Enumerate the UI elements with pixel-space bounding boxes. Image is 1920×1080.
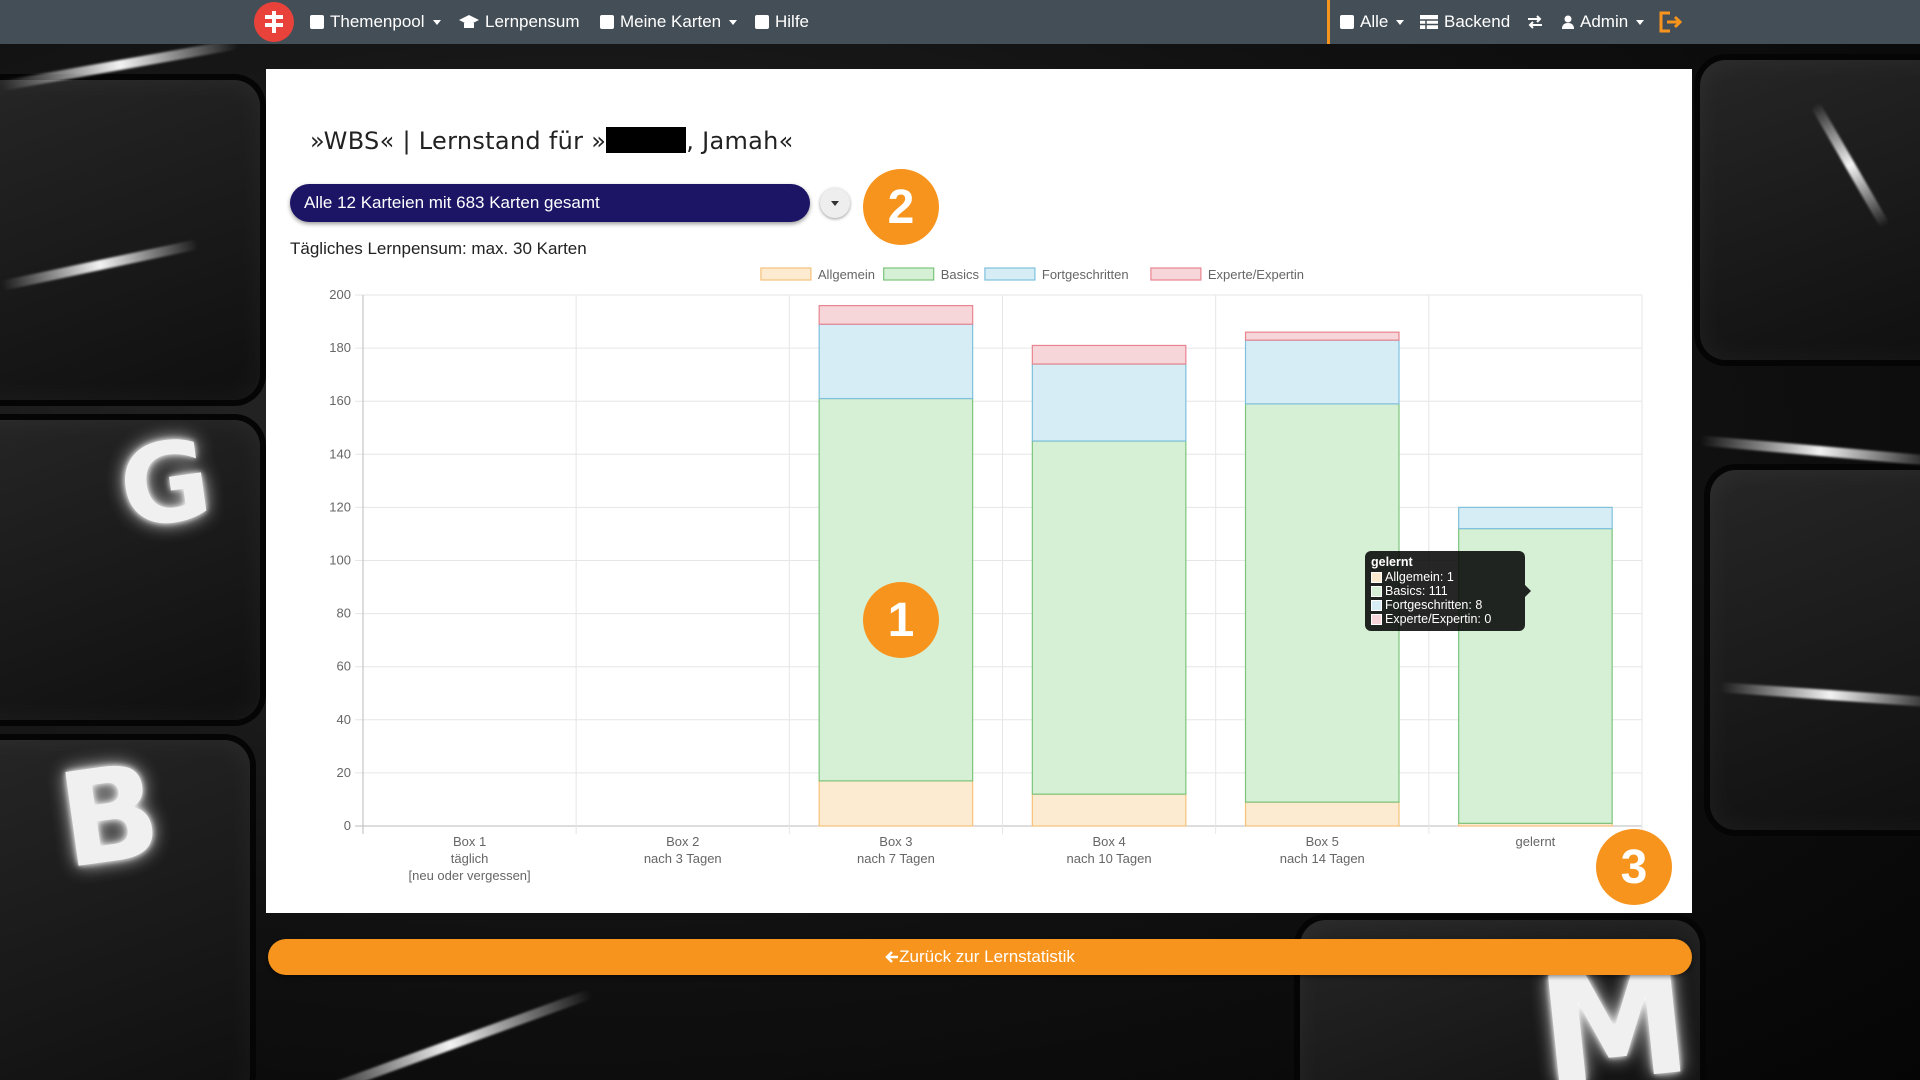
x-tick-label: Box 3 [879,834,912,849]
app-logo-icon[interactable] [254,2,294,42]
y-tick-label: 160 [329,393,351,408]
bar-segment [1244,339,1400,405]
tooltip-row: Experte/Expertin: 0 [1371,612,1519,626]
x-tick-label: nach 10 Tagen [1067,851,1152,866]
x-tick-label: [neu oder vergessen] [409,868,531,883]
x-tick-label: Box 1 [453,834,486,849]
nav-alle-label: Alle [1360,12,1389,31]
nav-lernpensum[interactable]: Lernpensum [459,0,580,44]
nav-hilfe[interactable]: Hilfe [755,0,809,44]
tooltip-row-label: Fortgeschritten: 8 [1385,598,1483,612]
y-tick-label: 120 [329,499,351,514]
bar-segment [1031,793,1187,827]
legend-label: Fortgeschritten [1042,267,1129,282]
nav-admin[interactable]: Admin [1562,0,1645,44]
archive-icon [1340,15,1354,29]
chart-tooltip: gelernt Allgemein: 1 Basics: 111 Fortges… [1365,551,1531,631]
nav-admin-label: Admin [1580,12,1629,31]
top-navbar: Themenpool Lernpensum Meine Karten Hilfe… [0,0,1920,44]
bar-segment [1458,506,1613,530]
medkit-icon [755,15,769,29]
nav-themenpool[interactable]: Themenpool [310,0,441,44]
logout-icon[interactable] [1658,0,1684,44]
x-tick-label: täglich [451,851,489,866]
y-tick-label: 100 [329,553,351,568]
bar-segment [1031,344,1187,365]
tooltip-row-label: Basics: 111 [1385,584,1448,598]
y-tick-label: 60 [337,659,351,674]
bar-segment [1244,801,1400,827]
nav-themenpool-label: Themenpool [330,12,425,31]
legend-label: Allgemein [818,267,875,282]
legend-swatch [1371,613,1382,625]
nav-hilfe-label: Hilfe [775,12,810,31]
nav-meine-karten-label: Meine Karten [620,12,722,31]
chevron-down-icon [1636,19,1645,25]
x-tick-label: Box 4 [1092,834,1125,849]
y-tick-label: 20 [337,765,351,780]
legend-label: Basics [941,267,980,282]
switch-icon[interactable] [1526,0,1544,44]
chevron-down-icon [432,19,441,25]
y-tick-label: 180 [329,340,351,355]
legend-swatch [1371,599,1382,611]
legend-swatch [760,267,812,281]
main-card: »WBS« | Lernstand für », Jamah« Alle 12 … [266,69,1692,913]
nav-backend[interactable]: Backend [1420,0,1510,44]
x-tick-label: gelernt [1516,834,1556,849]
y-tick-label: 80 [337,606,351,621]
nav-lernpensum-label: Lernpensum [485,12,580,31]
bar-segment [1031,440,1187,795]
annotation-badge-3: 3 [1596,829,1672,905]
bar-segment [818,305,974,325]
tooltip-row: Allgemein: 1 [1371,570,1519,584]
chevron-down-icon [729,19,738,25]
x-tick-label: nach 3 Tagen [644,851,722,866]
stacked-bar-chart: 0 20 40 60 80 100 120 140 160 180 200 Box 1 täglich [… [329,267,1643,883]
x-tick-label: Box 2 [666,834,699,849]
y-tick-label: 200 [329,287,351,302]
annotation-badge-2: 2 [863,169,939,245]
graduation-cap-icon [459,15,479,28]
y-tick-label: 40 [337,712,351,727]
nav-backend-label: Backend [1444,12,1511,31]
tooltip-row-label: Allgemein: 1 [1385,570,1454,584]
y-tick-label: 140 [329,446,351,461]
tooltip-row: Fortgeschritten: 8 [1371,598,1519,612]
tooltip-title: gelernt [1371,555,1413,569]
x-tick-label: nach 7 Tagen [857,851,935,866]
bar-segment [818,780,974,827]
legend-swatch [883,267,935,281]
nav-meine-karten[interactable]: Meine Karten [600,0,738,44]
legend-swatch [984,267,1036,281]
archive-icon [600,15,614,29]
back-to-statistics-button[interactable]: Zurück zur Lernstatistik [268,939,1692,975]
annotation-badge-1: 1 [863,582,939,658]
table-icon [1420,15,1438,29]
nav-alle[interactable]: Alle [1340,0,1405,44]
bar-segment [818,323,974,400]
chevron-down-icon [1396,19,1405,25]
user-icon [1562,15,1574,29]
x-tick-label: nach 14 Tagen [1280,851,1365,866]
bar-segment [1244,331,1400,341]
bar-segment [1031,363,1187,442]
x-tick-label: Box 5 [1306,834,1339,849]
arrow-left-icon [885,951,899,963]
legend-swatch [1371,585,1382,597]
tooltip-row: Basics: 111 [1371,584,1519,598]
book-icon [310,15,324,29]
legend-swatch [1371,571,1382,583]
navbar-divider [1327,0,1330,44]
legend-swatch [1150,267,1202,281]
back-button-label: Zurück zur Lernstatistik [899,947,1075,966]
tooltip-row-label: Experte/Expertin: 0 [1385,612,1492,626]
legend-label: Experte/Expertin [1208,267,1304,282]
y-tick-label: 0 [344,818,351,833]
